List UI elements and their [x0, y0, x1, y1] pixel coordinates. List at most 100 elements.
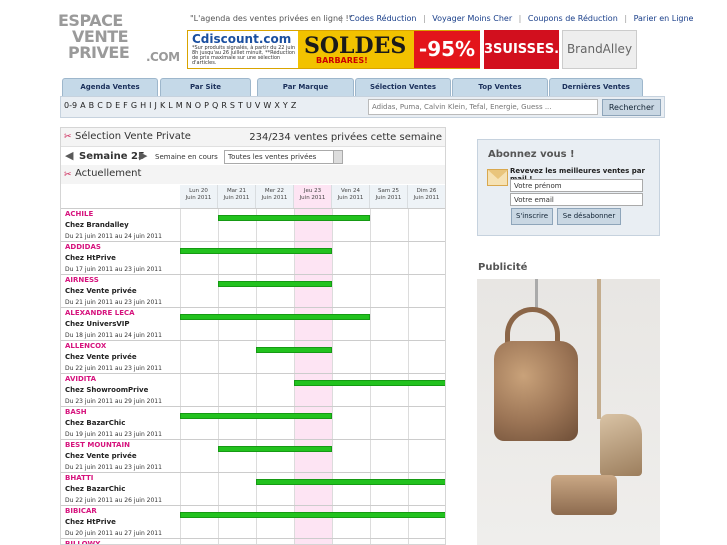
tagline: "L'agenda des ventes privées en ligne !": [190, 14, 353, 23]
day-cell: [256, 341, 294, 374]
day-column-header: Sam 25 Juin 2011: [370, 185, 408, 208]
link-voyager-moins-cher[interactable]: Voyager Moins Cher: [432, 14, 512, 23]
alpha-letter[interactable]: T: [238, 101, 243, 110]
day-name: Sam 25: [378, 188, 399, 194]
sale-brand-link[interactable]: BHATTI: [65, 474, 93, 482]
sale-dates: Du 21 juin 2011 au 23 juin 2011: [65, 464, 162, 471]
day-cell: [332, 209, 370, 242]
current-week-link[interactable]: Semaine en cours: [155, 153, 218, 161]
scissors-icon: ✂: [64, 170, 72, 180]
unsubscribe-button[interactable]: Se désabonner: [557, 208, 621, 225]
sale-row[interactable]: ADDIDAS Chez HtPrive Du 17 juin 2011 au 23…: [61, 241, 445, 275]
alpha-letter[interactable]: Q: [212, 101, 218, 110]
search-button[interactable]: Rechercher: [602, 99, 661, 116]
tab-selection-ventes[interactable]: Sélection Ventes: [355, 78, 451, 96]
alpha-letter[interactable]: X: [274, 101, 279, 110]
sale-row[interactable]: BASH Chez BazarChic Du 19 juin 2011 au 23 …: [61, 406, 445, 440]
sale-brand-link[interactable]: ACHILE: [65, 210, 93, 218]
firstname-field[interactable]: [510, 179, 643, 192]
day-cell: [218, 374, 256, 407]
sale-row[interactable]: BIBICAR Chez HtPrive Du 20 juin 2011 au 27…: [61, 505, 445, 539]
alpha-letter[interactable]: J: [155, 101, 157, 110]
tab-agenda-ventes[interactable]: Agenda Ventes: [62, 78, 158, 96]
sale-row[interactable]: BEST MOUNTAIN Chez Vente privée Du 21 juin…: [61, 439, 445, 473]
sales-filter-select[interactable]: Toutes les ventes privées: [224, 150, 343, 164]
sale-row[interactable]: ACHILE Chez Brandalley Du 21 juin 2011 au …: [61, 208, 445, 242]
arrow-left-icon[interactable]: ◀: [65, 149, 73, 162]
alpha-letter[interactable]: E: [115, 101, 120, 110]
sale-brand-link[interactable]: BILLOWY: [65, 540, 100, 544]
alpha-letter[interactable]: S: [230, 101, 235, 110]
sale-brand-link[interactable]: BEST MOUNTAIN: [65, 441, 130, 449]
brandalley-banner[interactable]: BrandAlley: [562, 30, 637, 69]
alpha-letter[interactable]: A: [80, 101, 85, 110]
chevron-down-icon: [333, 151, 342, 163]
tab-top-ventes[interactable]: Top Ventes: [452, 78, 548, 96]
alpha-letter[interactable]: K: [160, 101, 165, 110]
cdiscount-banner[interactable]: Cdiscount.com *Sur produits signalés, à …: [187, 30, 480, 69]
site-logo[interactable]: ESPACE VENTE PRIVEE .COM: [58, 13, 184, 65]
alpha-letter[interactable]: V: [255, 101, 260, 110]
day-cell: [218, 473, 256, 506]
alpha-letter[interactable]: D: [106, 101, 112, 110]
alpha-letter[interactable]: W: [263, 101, 271, 110]
tab-par-marque[interactable]: Par Marque: [257, 78, 354, 96]
alpha-letter[interactable]: M: [176, 101, 183, 110]
day-cell: [294, 209, 332, 242]
email-field[interactable]: [510, 193, 643, 206]
day-cell: [294, 539, 332, 544]
3suisses-banner[interactable]: 3SUISSES.fr: [484, 30, 571, 69]
alpha-letter[interactable]: U: [246, 101, 252, 110]
subscribe-button[interactable]: S'inscrire: [511, 208, 553, 225]
alpha-letter[interactable]: Z: [291, 101, 296, 110]
sale-row[interactable]: ALLENCOX Chez Vente privée Du 22 juin 2011…: [61, 340, 445, 374]
sale-brand-link[interactable]: BIBICAR: [65, 507, 97, 515]
sale-row[interactable]: ALEXANDRE LECA Chez UniversVIP Du 18 juin …: [61, 307, 445, 341]
link-coupons-reduction[interactable]: Coupons de Réduction: [528, 14, 618, 23]
link-parier-en-ligne[interactable]: Parier en Ligne: [634, 14, 694, 23]
day-cell: [256, 506, 294, 539]
day-cell: [294, 275, 332, 308]
alpha-letter[interactable]: N: [186, 101, 192, 110]
sale-brand-link[interactable]: ALLENCOX: [65, 342, 106, 350]
sale-brand-link[interactable]: ALEXANDRE LECA: [65, 309, 135, 317]
alpha-letter[interactable]: F: [123, 101, 128, 110]
sale-brand-link[interactable]: ADDIDAS: [65, 243, 101, 251]
alpha-letter[interactable]: I: [149, 101, 151, 110]
sale-duration-bar: [256, 479, 445, 485]
ad-image[interactable]: [477, 279, 660, 545]
alpha-letter[interactable]: C: [97, 101, 103, 110]
arrow-right-icon[interactable]: ▶: [139, 149, 147, 162]
sale-brand-link[interactable]: AVIDITA: [65, 375, 96, 383]
sale-row[interactable]: BHATTI Chez BazarChic Du 22 juin 2011 au 2…: [61, 472, 445, 506]
sale-row[interactable]: AVIDITA Chez ShowroomPrive Du 23 juin 2011…: [61, 373, 445, 407]
sale-brand-link[interactable]: BASH: [65, 408, 87, 416]
sale-brand-link[interactable]: AIRNESS: [65, 276, 99, 284]
link-codes-reduction[interactable]: Codes Réduction: [349, 14, 416, 23]
agenda-header: ✂ Sélection Vente Private 234/234 ventes…: [61, 128, 445, 147]
newsletter-title: Abonnez vous !: [488, 149, 575, 160]
day-cell: [294, 341, 332, 374]
alpha-letter[interactable]: H: [140, 101, 146, 110]
tab-par-site[interactable]: Par Site: [160, 78, 251, 96]
tab-dernieres-ventes[interactable]: Dernières Ventes: [549, 78, 643, 96]
current-section-header: ✂ Actuellement: [61, 165, 445, 184]
alpha-letter[interactable]: G: [131, 101, 137, 110]
sale-site: Chez Vente privée: [65, 353, 137, 361]
sale-row[interactable]: AIRNESS Chez Vente privée Du 21 juin 2011 …: [61, 274, 445, 308]
day-column-header: Dim 26 Juin 2011: [408, 185, 445, 208]
alpha-letter[interactable]: Y: [283, 101, 288, 110]
alpha-letter[interactable]: B: [89, 101, 95, 110]
sale-row[interactable]: BILLOWY: [61, 538, 445, 544]
day-cell: [332, 407, 370, 440]
sale-dates: Du 22 juin 2011 au 26 juin 2011: [65, 497, 162, 504]
alpha-letter[interactable]: 0-9: [64, 101, 77, 110]
alpha-letter[interactable]: P: [204, 101, 209, 110]
logo-domain: .COM: [146, 50, 180, 64]
alpha-letter[interactable]: O: [195, 101, 201, 110]
day-cell: [408, 440, 445, 473]
alpha-letter[interactable]: R: [221, 101, 227, 110]
search-input[interactable]: [368, 99, 598, 115]
day-cell: [332, 473, 370, 506]
alpha-letter[interactable]: L: [168, 101, 172, 110]
